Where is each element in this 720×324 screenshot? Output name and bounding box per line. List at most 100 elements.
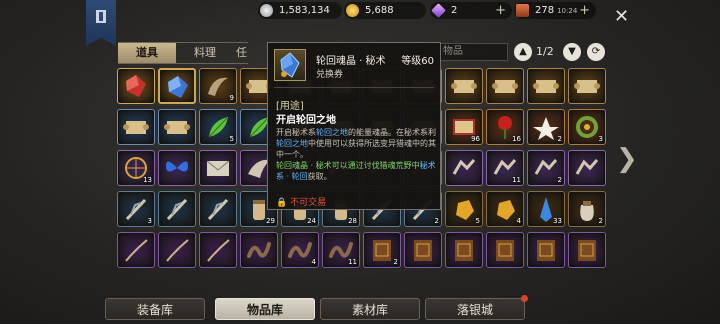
item-count: 33 xyxy=(553,217,562,225)
gold-coin-icon xyxy=(346,4,359,17)
item-count: 96 xyxy=(471,135,480,143)
item-count: 13 xyxy=(143,176,152,184)
item-count: 5 xyxy=(475,217,480,225)
silverfall-label: 落银城 xyxy=(456,303,493,317)
page-prev-button[interactable]: ▲ xyxy=(514,43,532,61)
inventory-slot[interactable] xyxy=(117,232,155,268)
next-page-arrow-icon[interactable]: ❯ xyxy=(616,146,638,172)
tooltip-item-level: 等级60 xyxy=(401,56,434,67)
tab-items[interactable]: 道具 xyxy=(118,43,176,63)
energy-ticket-icon xyxy=(516,4,529,17)
item-count: 28 xyxy=(348,217,357,225)
inventory-slot[interactable]: 2 xyxy=(527,150,565,186)
silver-amount: 1,583,134 xyxy=(279,5,330,16)
soul-crystal-icon xyxy=(274,49,306,81)
inventory-slot[interactable]: 4 xyxy=(486,191,524,227)
inventory-slot[interactable] xyxy=(445,68,483,104)
tooltip-heading: 开启轮回之地 xyxy=(276,115,336,126)
desc-highlight: 轮回之地 xyxy=(276,139,308,148)
refresh-sort-button[interactable]: ⟳ xyxy=(587,43,605,61)
inventory-slot[interactable] xyxy=(404,232,442,268)
inventory-slot[interactable]: 5 xyxy=(445,191,483,227)
tab-equipment-storage[interactable]: 装备库 xyxy=(105,298,205,320)
page-indicator: 1/2 xyxy=(536,45,554,58)
inventory-slot[interactable]: 3 xyxy=(117,191,155,227)
item-count: 11 xyxy=(512,176,521,184)
item-count: 2 xyxy=(434,217,439,225)
inventory-slot[interactable]: 13 xyxy=(117,150,155,186)
item-count: 11 xyxy=(348,258,357,266)
inventory-slot[interactable]: 4 xyxy=(281,232,319,268)
tooltip-item-name: 轮回魂晶 · 秘术 xyxy=(316,56,386,67)
desc-text: 获取。 xyxy=(307,172,332,181)
energy-add-button[interactable]: + xyxy=(579,2,590,19)
item-tooltip: 轮回魂晶 · 秘术 等级60 兑换券 [用途] 开启轮回之地 开启秘术系轮回之地… xyxy=(267,42,441,210)
inventory-slot[interactable] xyxy=(158,68,196,104)
tab-material-storage[interactable]: 素材库 xyxy=(320,298,420,320)
inventory-slot[interactable] xyxy=(445,232,483,268)
inventory-slot[interactable] xyxy=(117,109,155,145)
gem-currency: 2 + xyxy=(430,2,512,19)
inventory-slot[interactable]: 11 xyxy=(486,150,524,186)
desc-green: 可以通过讨伐猎魂荒野中 xyxy=(331,161,420,170)
inventory-slot[interactable] xyxy=(199,191,237,227)
gold-currency: 5,688 xyxy=(344,2,426,19)
item-count: 9 xyxy=(229,94,234,102)
inventory-slot[interactable]: 3 xyxy=(568,109,606,145)
inventory-slot[interactable] xyxy=(486,68,524,104)
silver-coin-icon xyxy=(260,4,273,17)
inventory-slot[interactable] xyxy=(445,150,483,186)
tooltip-divider xyxy=(274,87,434,88)
tab-silverfall-city[interactable]: 落银城 xyxy=(425,295,528,320)
item-count: 3 xyxy=(147,217,152,225)
inventory-slot[interactable]: 2 xyxy=(568,191,606,227)
guild-crest-icon xyxy=(96,10,106,23)
close-icon[interactable]: ✕ xyxy=(614,8,629,26)
tooltip-untradeable: 🔒 不可交易 xyxy=(276,198,327,208)
inventory-slot[interactable] xyxy=(117,68,155,104)
inventory-slot[interactable] xyxy=(568,150,606,186)
gem-icon xyxy=(431,3,446,18)
search-input[interactable]: 物品 xyxy=(438,43,508,61)
inventory-slot[interactable] xyxy=(568,68,606,104)
tab-food[interactable]: 料理 xyxy=(176,43,234,63)
item-count: 2 xyxy=(557,135,562,143)
inventory-slot[interactable]: 96 xyxy=(445,109,483,145)
inventory-slot[interactable] xyxy=(158,232,196,268)
item-count: 5 xyxy=(229,135,234,143)
desc-text: 开启秘术系 xyxy=(276,128,316,137)
energy-timer: 10:24 xyxy=(557,6,578,15)
tooltip-description: 开启秘术系轮回之地的能量魂晶。在秘术系利轮回之地中使用可以获得所选变异猎魂中的其… xyxy=(276,127,436,182)
tab-quest[interactable]: 任 xyxy=(234,43,248,63)
desc-text: 的能量魂晶。在秘术系利 xyxy=(348,128,436,137)
inventory-slot[interactable] xyxy=(527,232,565,268)
item-count: 2 xyxy=(393,258,398,266)
tab-item-storage[interactable]: 物品库 xyxy=(215,298,315,320)
silver-currency: 1,583,134 xyxy=(258,2,342,19)
inventory-slot[interactable]: 2 xyxy=(363,232,401,268)
inventory-slot[interactable] xyxy=(158,150,196,186)
untradeable-text: 不可交易 xyxy=(290,198,327,208)
inventory-slot[interactable] xyxy=(486,232,524,268)
item-count: 4 xyxy=(516,217,521,225)
inventory-slot[interactable]: 16 xyxy=(486,109,524,145)
desc-highlight: 轮回之地 xyxy=(316,128,348,137)
inventory-slot[interactable] xyxy=(568,232,606,268)
inventory-slot[interactable]: 2 xyxy=(527,109,565,145)
inventory-slot[interactable] xyxy=(199,150,237,186)
inventory-slot[interactable] xyxy=(158,109,196,145)
gold-amount: 5,688 xyxy=(365,5,394,16)
inventory-slot[interactable]: 5 xyxy=(199,109,237,145)
guild-banner[interactable] xyxy=(86,0,116,46)
inventory-slot[interactable] xyxy=(158,191,196,227)
item-count: 2 xyxy=(557,176,562,184)
inventory-slot[interactable] xyxy=(199,232,237,268)
inventory-slot[interactable] xyxy=(527,68,565,104)
inventory-slot[interactable]: 11 xyxy=(322,232,360,268)
inventory-slot[interactable]: 9 xyxy=(199,68,237,104)
inventory-slot[interactable] xyxy=(240,232,278,268)
gem-amount: 2 xyxy=(451,5,458,16)
gem-add-button[interactable]: + xyxy=(495,2,506,19)
page-next-button[interactable]: ▼ xyxy=(563,43,581,61)
inventory-slot[interactable]: 33 xyxy=(527,191,565,227)
